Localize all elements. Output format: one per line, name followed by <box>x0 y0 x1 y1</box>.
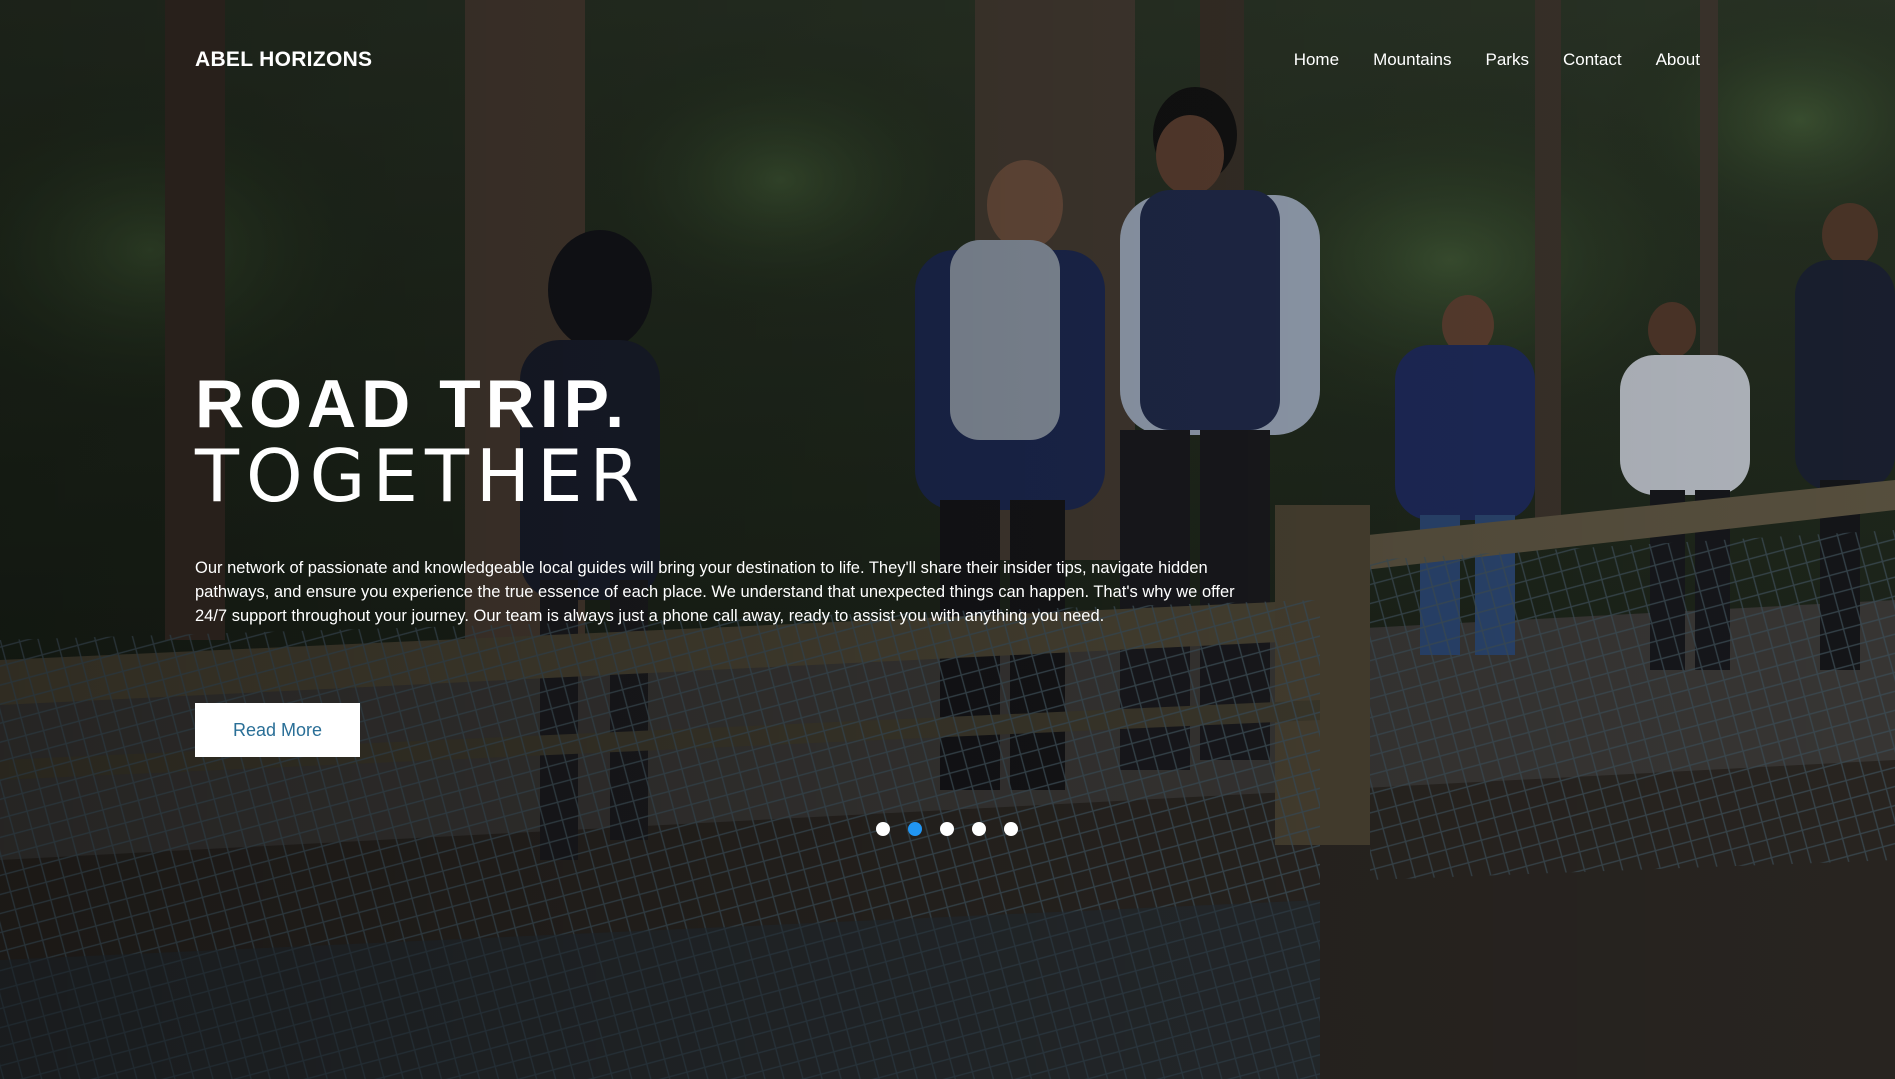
slider-dot-4[interactable] <box>972 822 986 836</box>
nav-link-parks[interactable]: Parks <box>1486 50 1529 70</box>
hero-content: ROAD TRIP. TOGETHER Our network of passi… <box>195 368 1255 628</box>
slider-dot-1[interactable] <box>876 822 890 836</box>
brand-logo[interactable]: ABEL HORIZONS <box>195 48 372 72</box>
nav-link-contact[interactable]: Contact <box>1563 50 1622 70</box>
top-navbar: ABEL HORIZONS Home Mountains Parks Conta… <box>0 0 1895 120</box>
read-more-button[interactable]: Read More <box>195 703 360 757</box>
main-nav: Home Mountains Parks Contact About <box>1294 50 1700 70</box>
hero-title-line-1: ROAD TRIP. <box>195 366 630 442</box>
hero-title-line-2: TOGETHER <box>195 434 647 518</box>
slider-dot-5[interactable] <box>1004 822 1018 836</box>
slider-dot-2[interactable] <box>908 822 922 836</box>
hero-title: ROAD TRIP. TOGETHER <box>195 368 1255 512</box>
hero-description: Our network of passionate and knowledgea… <box>195 559 1235 625</box>
slider-dot-3[interactable] <box>940 822 954 836</box>
nav-link-about[interactable]: About <box>1656 50 1700 70</box>
slider-pagination <box>876 822 1018 836</box>
nav-link-home[interactable]: Home <box>1294 50 1339 70</box>
nav-link-mountains[interactable]: Mountains <box>1373 50 1451 70</box>
